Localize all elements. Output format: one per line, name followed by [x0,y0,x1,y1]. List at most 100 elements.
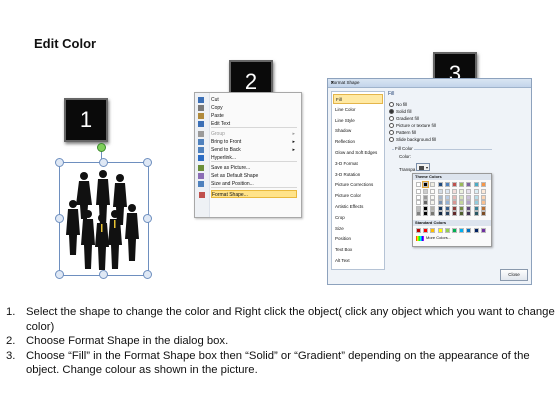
color-swatch[interactable] [444,182,450,187]
resize-handle-t[interactable] [99,158,108,167]
nav-item[interactable]: Position [335,234,383,244]
close-button[interactable]: Close [500,269,528,281]
color-swatch[interactable] [452,205,457,211]
color-swatch[interactable] [423,200,429,206]
nav-item[interactable]: Text Box [335,245,383,255]
resize-handle-tl[interactable] [55,158,64,167]
color-swatch[interactable] [480,211,486,217]
menu-item[interactable]: Send to Back ▸ [198,146,297,154]
color-swatch[interactable] [422,181,430,188]
color-swatch[interactable] [452,200,457,206]
fill-option[interactable]: Slide background fill [389,136,436,143]
color-swatch[interactable] [430,211,436,217]
color-swatch[interactable] [444,211,450,217]
nav-item[interactable]: Fill [333,94,383,104]
color-swatch[interactable] [416,182,421,187]
menu-item[interactable]: Bring to Front ▸ [198,138,297,146]
color-swatch[interactable] [416,228,421,233]
color-swatch[interactable] [480,228,486,233]
nav-item[interactable]: Picture Corrections [335,180,383,190]
color-swatch[interactable] [444,228,450,233]
color-swatch[interactable] [444,189,450,194]
menu-item[interactable]: Format Shape... [199,190,297,198]
color-swatch[interactable] [430,194,436,200]
color-swatch[interactable] [459,194,465,200]
color-swatch[interactable] [423,228,429,233]
fill-option[interactable]: Picture or texture fill [389,122,436,129]
color-swatch[interactable] [437,194,443,200]
resize-handle-tr[interactable] [143,158,152,167]
nav-item[interactable]: Picture Color [335,191,383,201]
radio-button[interactable] [389,137,394,143]
color-swatch[interactable] [437,189,443,194]
color-swatch[interactable] [473,182,479,187]
color-swatch[interactable] [437,228,443,233]
menu-item[interactable]: Copy [198,104,297,112]
color-swatch[interactable] [416,194,421,200]
color-swatch[interactable] [459,211,465,217]
color-swatch[interactable] [444,205,450,211]
color-swatch[interactable] [452,211,457,217]
nav-item[interactable]: Glow and Soft Edges [335,148,383,158]
radio-button[interactable] [389,102,394,108]
color-swatch[interactable] [437,200,443,206]
color-swatch[interactable] [437,211,443,217]
color-swatch[interactable] [459,189,465,194]
color-swatch[interactable] [437,205,443,211]
color-swatch[interactable] [423,189,429,194]
color-swatch[interactable] [473,211,479,217]
menu-item[interactable]: Save as Picture... [198,164,297,172]
close-icon[interactable]: X [331,80,528,85]
color-swatch[interactable] [466,205,472,211]
color-swatch[interactable] [480,205,486,211]
color-swatch[interactable] [452,194,457,200]
menu-item[interactable]: Paste [198,112,297,120]
color-swatch[interactable] [466,189,472,194]
radio-button[interactable] [389,109,394,115]
nav-item[interactable]: Shadow [335,126,383,136]
color-swatch[interactable] [466,194,472,200]
fill-option[interactable]: Gradient fill [389,115,419,122]
fill-option[interactable]: No fill [389,101,407,108]
color-swatch[interactable] [452,182,457,187]
nav-item[interactable]: Size [335,224,383,234]
nav-item[interactable]: Reflection [335,137,383,147]
color-swatch[interactable] [459,200,465,206]
radio-button[interactable] [389,116,394,122]
color-swatch[interactable] [430,205,436,211]
color-swatch[interactable] [473,200,479,206]
radio-button[interactable] [389,130,394,136]
color-swatch[interactable] [452,228,457,233]
color-swatch[interactable] [416,211,421,217]
color-swatch[interactable] [473,189,479,194]
color-swatch[interactable] [437,182,443,187]
color-swatch[interactable] [466,211,472,217]
color-swatch[interactable] [480,200,486,206]
color-swatch[interactable] [459,182,465,187]
fill-option[interactable]: Solid fill [389,108,412,115]
color-swatch[interactable] [452,189,457,194]
color-swatch[interactable] [459,205,465,211]
color-swatch[interactable] [480,194,486,200]
color-swatch[interactable] [466,200,472,206]
color-swatch[interactable] [480,182,486,187]
color-swatch[interactable] [473,194,479,200]
menu-item[interactable]: Group ▸ [198,130,297,138]
rotation-handle[interactable] [97,143,106,152]
nav-item[interactable]: Line Style [335,116,383,126]
color-swatch[interactable] [423,205,429,211]
color-swatch[interactable] [480,189,486,194]
color-swatch[interactable] [466,228,472,233]
menu-item[interactable]: Set as Default Shape [198,172,297,180]
color-swatch[interactable] [444,200,450,206]
color-swatch[interactable] [459,228,465,233]
fill-color-button[interactable]: ▾ [416,163,430,171]
color-swatch[interactable] [473,205,479,211]
color-swatch[interactable] [430,189,436,194]
color-swatch[interactable] [466,182,472,187]
color-swatch[interactable] [423,211,429,217]
color-swatch[interactable] [430,228,436,233]
menu-item[interactable]: Cut [198,96,297,104]
color-swatch[interactable] [430,182,436,187]
fill-option[interactable]: Pattern fill [389,129,416,136]
